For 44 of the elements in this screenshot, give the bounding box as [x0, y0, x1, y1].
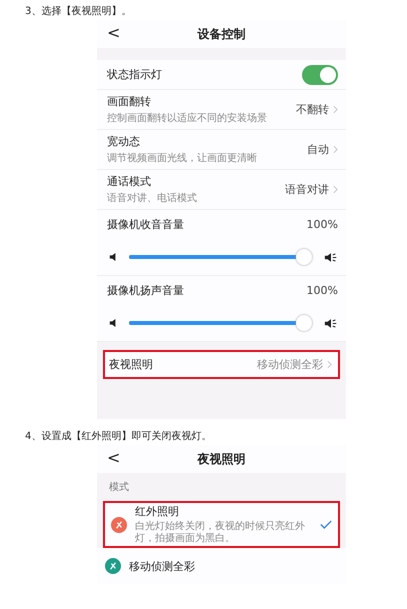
setting-label: 夜视照明: [109, 356, 154, 372]
chevron-icon: [333, 105, 338, 114]
setting-value: 不翻转: [296, 102, 329, 117]
chevron-icon: [333, 145, 338, 154]
setting-row[interactable]: 画面翻转 控制画面翻转以适应不同的安装场景 不翻转: [97, 90, 346, 130]
volume-low-icon: [109, 318, 117, 328]
setting-hint: 语音对讲、电话模式: [107, 192, 198, 205]
setting-value: 自动: [307, 142, 329, 157]
setting-label: 宽动态: [107, 134, 141, 149]
mode-option[interactable]: 红外照明 白光灯始终关闭，夜视的时候只亮红外灯，拍摄画面为黑白。: [103, 501, 340, 548]
back-button[interactable]: <: [107, 448, 120, 467]
volume-reading: 100%: [306, 284, 338, 297]
screen-title: 夜视照明: [198, 450, 246, 468]
setting-value: 移动侦测全彩: [257, 356, 323, 372]
setting-hint: 控制画面翻转以适应不同的安装场景: [107, 112, 268, 125]
setting-label: 摄像机收音音量: [107, 217, 184, 232]
step-caption: 4、设置成【红外照明】即可关闭夜视灯。: [24, 430, 212, 443]
setting-row[interactable]: 夜视照明 移动侦测全彩: [103, 350, 340, 379]
option-label: 移动侦测全彩: [129, 558, 196, 574]
setting-label: 状态指示灯: [107, 67, 162, 82]
toggle-switch[interactable]: [302, 64, 338, 84]
volume-reading: 100%: [306, 218, 338, 231]
slider-thumb[interactable]: [296, 315, 312, 331]
setting-label: 画面翻转: [107, 94, 152, 109]
setting-value: 语音对讲: [285, 182, 329, 197]
check-icon: [320, 520, 332, 529]
section-label: 模式: [108, 480, 130, 495]
chevron-icon: [333, 185, 338, 194]
setting-row[interactable]: 通话模式 语音对讲、电话模式 语音对讲: [97, 170, 346, 210]
volume-low-icon: [109, 252, 117, 262]
option-hint: 白光灯始终关闭，夜视的时候只亮红外灯，拍摄画面为黑白。: [135, 521, 306, 545]
step-caption: 3、选择【夜视照明】。: [24, 4, 132, 18]
setting-hint: 调节视频画面光线，让画面更清晰: [107, 152, 258, 165]
setting-label: 通话模式: [107, 174, 152, 189]
setting-row[interactable]: 宽动态 调节视频画面光线，让画面更清晰 自动: [97, 130, 346, 170]
volume-high-icon: [324, 252, 338, 262]
chevron-icon: [327, 360, 332, 368]
back-button[interactable]: <: [107, 23, 120, 42]
screen-title: 设备控制: [198, 26, 246, 42]
setting-label: 摄像机扬声音量: [107, 283, 184, 298]
slider-thumb[interactable]: [296, 249, 312, 265]
mode-option[interactable]: 移动侦测全彩: [97, 548, 346, 584]
volume-high-icon: [324, 318, 338, 328]
option-label: 红外照明: [135, 504, 180, 519]
